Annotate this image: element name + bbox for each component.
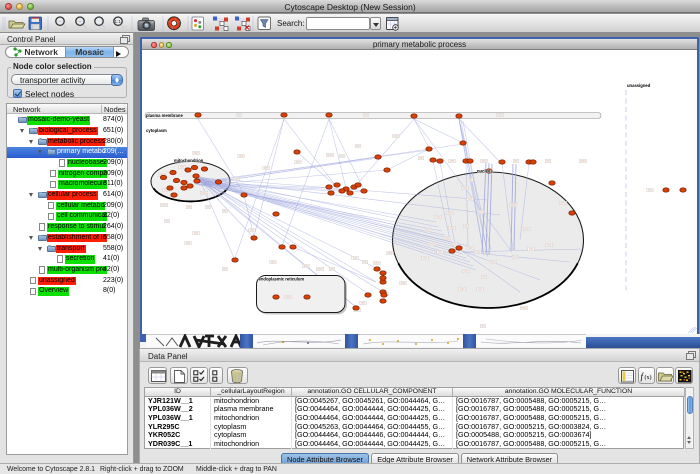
svg-text:unassigned: unassigned xyxy=(627,83,651,88)
svg-text:(x): (x) xyxy=(645,374,652,381)
svg-text:nucleus: nucleus xyxy=(477,169,493,174)
svg-text:plasma membrane: plasma membrane xyxy=(146,113,183,118)
svg-text:mitochondrion: mitochondrion xyxy=(174,158,204,163)
svg-text:endoplasmic reticulum: endoplasmic reticulum xyxy=(259,277,305,282)
svg-text:cytoplasm: cytoplasm xyxy=(146,128,167,133)
svg-text:1:1: 1:1 xyxy=(115,19,122,24)
